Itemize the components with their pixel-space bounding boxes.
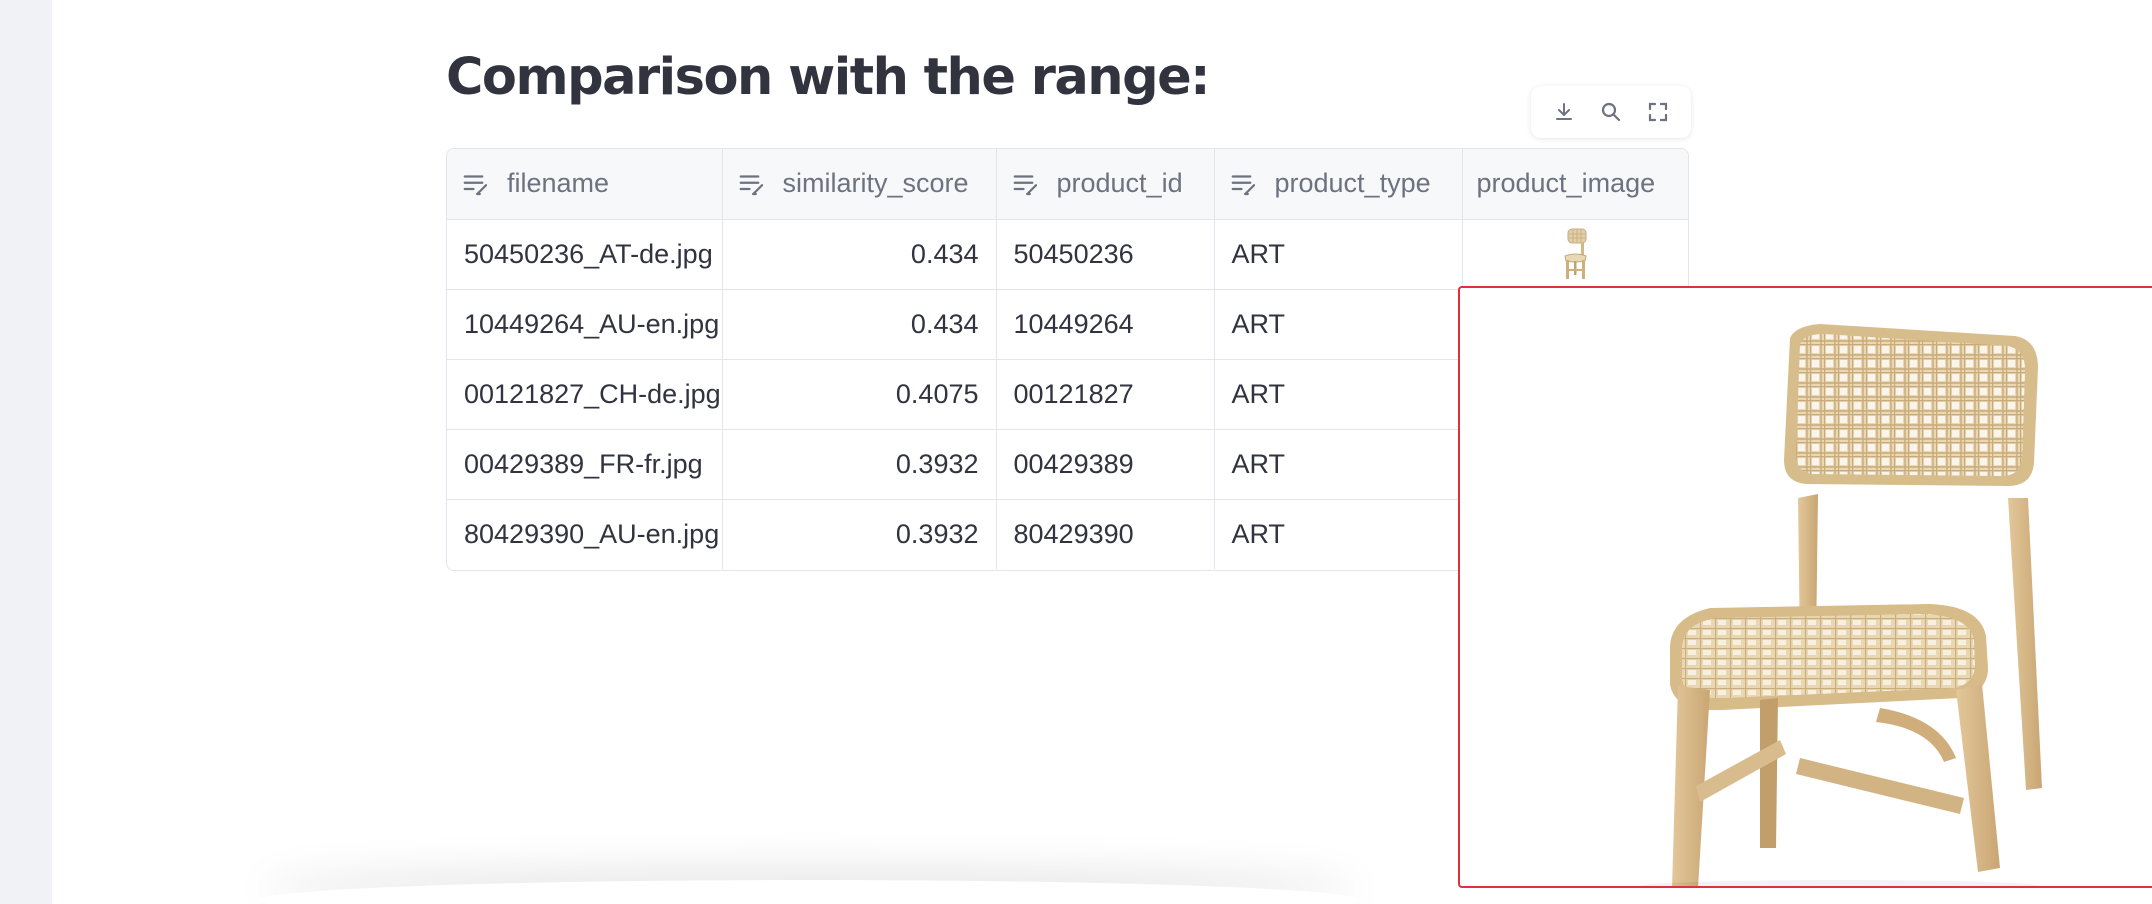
table-row: 50450236_AT-de.jpg 0.434 50450236 ART [447,219,1688,290]
column-header-label: filename [507,168,610,199]
cell-filename[interactable]: 50450236_AT-de.jpg [447,219,723,290]
cell-filename[interactable]: 00429389_FR-fr.jpg [447,429,723,500]
cell-product-id[interactable]: 50450236 [996,219,1215,290]
search-button[interactable] [1590,91,1632,133]
page-title: Comparison with the range: [446,48,1211,107]
cell-product-id[interactable]: 80429390 [996,499,1215,569]
edit-text-icon [463,175,488,195]
dataframe-toolbar [1531,86,1691,138]
chair-image [1640,324,2042,886]
header-row: filename similarity_score product_id pro… [447,149,1688,220]
cell-filename[interactable]: 80429390_AU-en.jpg [447,499,723,569]
cell-filename[interactable]: 00121827_CH-de.jpg [447,359,723,430]
cell-product-type[interactable]: ART [1214,429,1463,500]
cell-similarity-score[interactable]: 0.4075 [722,359,997,430]
cell-product-id[interactable]: 00121827 [996,359,1215,430]
column-header-label: similarity_score [782,168,969,199]
column-header-similarity-score[interactable]: similarity_score [722,149,997,220]
column-header-product-type[interactable]: product_type [1214,149,1463,220]
edit-text-icon [739,175,763,195]
cell-product-type[interactable]: ART [1214,499,1463,569]
sidebar-rail [0,0,52,904]
chair-thumbnail-icon [1564,228,1587,279]
cell-filename[interactable]: 10449264_AU-en.jpg [447,289,723,360]
column-header-label: product_type [1274,168,1431,199]
cell-similarity-score[interactable]: 0.434 [722,289,997,360]
bottom-shadow [260,880,1360,904]
edit-text-icon [1013,175,1037,195]
image-preview-popover [1458,286,2152,888]
column-header-product-id[interactable]: product_id [996,149,1215,220]
fullscreen-icon [1648,102,1667,122]
fullscreen-button[interactable] [1637,91,1679,133]
cell-similarity-score[interactable]: 0.434 [722,219,997,290]
column-header-label: product_image [1476,168,1656,199]
download-icon [1556,103,1573,120]
cell-product-id[interactable]: 00429389 [996,429,1215,500]
column-header-product-image[interactable]: product_image [1462,149,1688,220]
search-icon [1601,102,1621,122]
cell-product-type[interactable]: ART [1214,289,1463,360]
cell-product-id[interactable]: 10449264 [996,289,1215,360]
edit-text-icon [1231,175,1255,195]
cell-product-image[interactable] [1462,219,1688,290]
column-header-label: product_id [1056,168,1183,199]
column-header-filename[interactable]: filename [447,149,723,220]
download-button[interactable] [1543,91,1585,133]
cell-product-type[interactable]: ART [1214,219,1463,290]
cell-product-type[interactable]: ART [1214,359,1463,430]
cell-similarity-score[interactable]: 0.3932 [722,429,997,500]
cell-similarity-score[interactable]: 0.3932 [722,499,997,569]
